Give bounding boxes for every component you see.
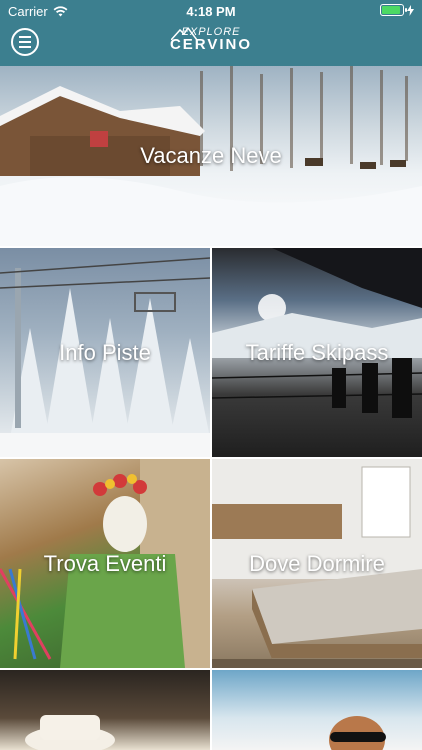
- status-bar: Carrier 4:18 PM: [0, 0, 422, 22]
- tile-label: Tariffe Skipass: [245, 339, 389, 365]
- tile-dove-dormire[interactable]: Dove Dormire: [212, 459, 422, 668]
- skier-image: [329, 716, 386, 750]
- tile-food[interactable]: [0, 670, 210, 750]
- app-header: EXPLORE CERVINO: [0, 22, 422, 66]
- status-right: [380, 4, 414, 16]
- battery-icon: [380, 4, 407, 16]
- tile-trova-eventi[interactable]: Trova Eventi: [0, 459, 210, 668]
- app-logo: EXPLORE CERVINO: [0, 26, 422, 53]
- tile-label: Dove Dormire: [249, 550, 385, 576]
- tile-label: Vacanze Neve: [140, 143, 282, 168]
- tile-info-piste[interactable]: Info Piste: [0, 248, 210, 457]
- tile-tariffe-skipass[interactable]: Tariffe Skipass: [212, 248, 422, 457]
- tile-skier[interactable]: [212, 670, 422, 750]
- charging-icon: [407, 4, 414, 16]
- food-image: [25, 715, 115, 750]
- tiles-grid: Vacanze Neve Info Piste Tariffe Skipass …: [0, 66, 422, 750]
- tile-label: Info Piste: [59, 339, 151, 365]
- mountain-logo-icon: [171, 28, 197, 40]
- tile-label: Trova Eventi: [43, 550, 167, 576]
- tile-vacanze-neve[interactable]: Vacanze Neve: [0, 66, 422, 246]
- logo-cervino: CERVINO: [169, 36, 253, 53]
- status-time: 4:18 PM: [186, 4, 236, 19]
